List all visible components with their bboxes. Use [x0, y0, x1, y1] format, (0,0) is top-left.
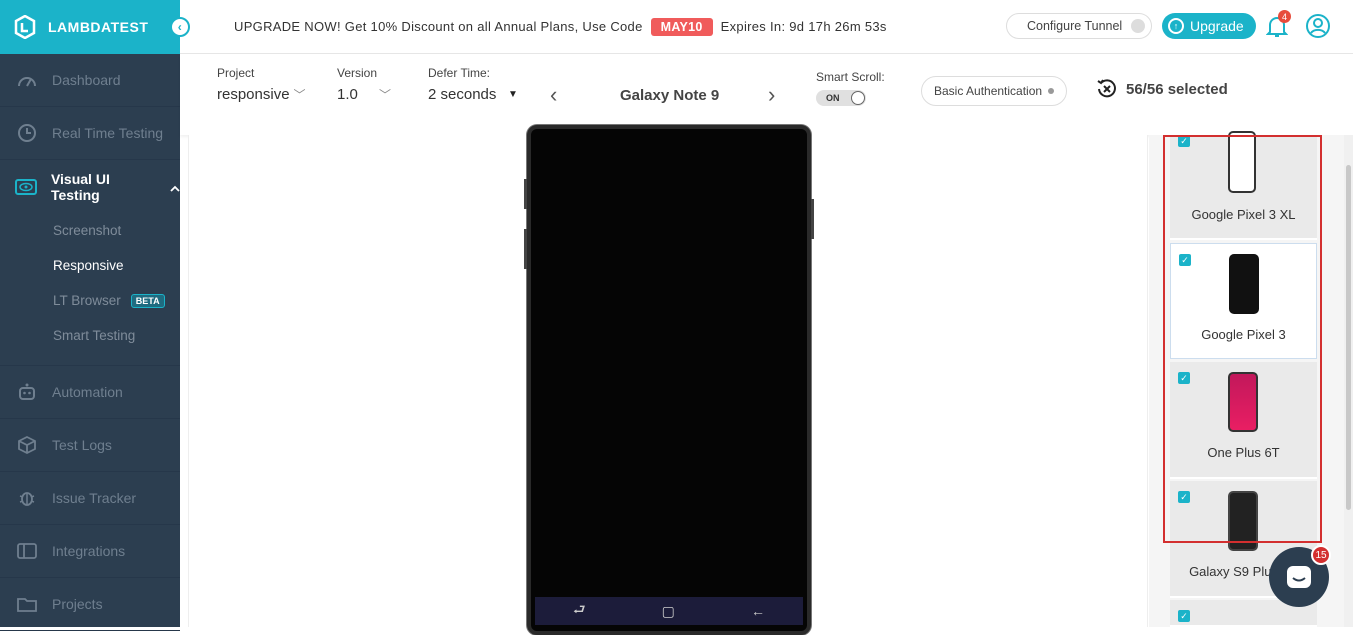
smart-scroll-toggle[interactable]: ON	[816, 90, 866, 106]
visual-ui-submenu: Screenshot Responsive LT Browser BETA Sm…	[0, 213, 180, 366]
sidebar: LAMBDATEST ‹ Dashboard Real Time Testing…	[0, 0, 190, 631]
submenu-item-screenshot[interactable]: Screenshot	[0, 213, 180, 248]
device-checkbox[interactable]: ✓	[1178, 610, 1190, 622]
tunnel-label: Configure Tunnel	[1027, 19, 1123, 33]
defer-time-value: 2 seconds	[428, 86, 497, 103]
sidebar-item-test-logs[interactable]: Test Logs	[0, 419, 180, 472]
phone-side-button	[811, 199, 814, 239]
user-icon	[1306, 14, 1330, 38]
phone-side-button	[524, 179, 527, 209]
notification-count-badge: 4	[1278, 10, 1291, 23]
brand-name: LAMBDATEST	[48, 19, 149, 35]
integrations-icon	[14, 541, 40, 561]
lambdatest-logo-icon	[14, 15, 36, 39]
scrollbar-thumb[interactable]	[1346, 165, 1351, 510]
project-label: Project	[217, 66, 255, 80]
promo-banner: UPGRADE NOW! Get 10% Discount on all Ann…	[234, 17, 887, 36]
sidebar-item-integrations[interactable]: Integrations	[0, 525, 180, 578]
selected-count-label: 56/56 selected	[1126, 80, 1228, 98]
sidebar-item-label: Dashboard	[52, 72, 121, 88]
sidebar-item-visual-ui-testing[interactable]: Visual UI Testing	[0, 160, 180, 213]
basic-authentication-button[interactable]: Basic Authentication	[921, 76, 1068, 106]
caret-down-icon: ▼	[508, 89, 518, 100]
phone-side-button	[524, 229, 527, 269]
home-icon: ▢	[661, 602, 675, 619]
next-device-button[interactable]: ›	[768, 82, 775, 108]
configure-tunnel-button[interactable]: Configure Tunnel	[1006, 13, 1152, 39]
smart-scroll-label: Smart Scroll:	[816, 70, 885, 84]
recents-icon: ⮐	[573, 601, 586, 617]
tunnel-status-icon	[1131, 19, 1145, 33]
back-icon: ←	[750, 603, 765, 619]
sidebar-item-label: Projects	[52, 596, 103, 612]
device-preview-area: ⮐ ▢ ←	[188, 125, 1148, 635]
submenu-item-label: LT Browser	[53, 293, 121, 308]
device-list-highlight	[1163, 135, 1322, 543]
notifications-button[interactable]: 4	[1265, 10, 1291, 43]
project-select[interactable]: Project responsive ﹀	[217, 66, 306, 103]
defer-time-select[interactable]: Defer Time: 2 seconds ▼	[428, 66, 518, 103]
robot-icon	[14, 382, 40, 402]
dashboard-icon	[14, 70, 40, 90]
sidebar-item-real-time-testing[interactable]: Real Time Testing	[0, 107, 180, 160]
chat-support-button[interactable]: 15	[1269, 545, 1331, 607]
submenu-item-responsive[interactable]: Responsive	[0, 248, 180, 283]
promo-text: UPGRADE NOW! Get 10% Discount on all Ann…	[234, 19, 643, 34]
current-device-name: Galaxy Note 9	[620, 87, 720, 104]
clock-icon	[14, 123, 40, 143]
phone-preview: ⮐ ▢ ←	[524, 125, 814, 635]
toggle-state-label: ON	[826, 93, 840, 103]
responsive-toolbar: Project responsive ﹀ Version 1.0 ﹀ Defer T…	[180, 54, 1353, 135]
sidebar-item-label: Real Time Testing	[52, 125, 164, 141]
submenu-item-lt-browser[interactable]: LT Browser BETA	[0, 283, 180, 318]
beta-badge: BETA	[130, 293, 165, 308]
user-profile-button[interactable]	[1305, 13, 1331, 44]
selected-devices-counter[interactable]: 56/56 selected	[1096, 78, 1228, 100]
phone-navigation-bar: ⮐ ▢ ←	[535, 597, 803, 625]
sidebar-item-label: Automation	[52, 384, 123, 400]
version-value: 1.0	[337, 86, 358, 103]
arrow-up-icon: ↑	[1168, 18, 1184, 34]
toggle-knob	[851, 91, 865, 105]
brand-header: LAMBDATEST ‹	[0, 0, 190, 54]
upgrade-button[interactable]: ↑ Upgrade	[1162, 13, 1256, 39]
chevron-down-icon: ﹀	[379, 88, 392, 102]
version-select[interactable]: Version 1.0 ﹀	[337, 66, 391, 103]
promo-code-badge: MAY10	[650, 17, 713, 36]
chevron-down-icon: ﹀	[293, 88, 306, 102]
sidebar-item-label: Issue Tracker	[52, 490, 137, 506]
sidebar-item-label: Integrations	[52, 543, 126, 559]
sidebar-item-label: Test Logs	[52, 437, 112, 453]
previous-device-button[interactable]: ‹	[550, 82, 557, 108]
chat-icon	[1287, 566, 1311, 588]
promo-expiry: Expires In: 9d 17h 26m 53s	[720, 19, 887, 34]
sidebar-item-label: Visual UI Testing	[50, 170, 110, 203]
basic-auth-label: Basic Authentication	[934, 84, 1043, 98]
sidebar-item-projects[interactable]: Projects	[0, 578, 180, 631]
sidebar-item-dashboard[interactable]: Dashboard	[0, 54, 180, 107]
status-dot-icon	[1048, 88, 1055, 94]
sidebar-item-automation[interactable]: Automation	[0, 366, 180, 419]
smart-scroll: Smart Scroll: ON	[816, 70, 885, 106]
folder-icon	[14, 594, 40, 614]
chevron-up-icon	[170, 179, 180, 195]
bug-icon	[14, 488, 40, 508]
top-bar: UPGRADE NOW! Get 10% Discount on all Ann…	[180, 0, 1353, 54]
version-label: Version	[337, 66, 378, 80]
project-value: responsive	[217, 86, 290, 103]
eye-icon	[14, 177, 39, 197]
upgrade-label: Upgrade	[1190, 18, 1244, 34]
box-icon	[14, 435, 40, 455]
submenu-item-smart-testing[interactable]: Smart Testing	[0, 318, 180, 353]
defer-time-label: Defer Time:	[428, 66, 491, 80]
reset-selection-icon	[1097, 79, 1116, 98]
sidebar-item-issue-tracker[interactable]: Issue Tracker	[0, 472, 180, 525]
chat-unread-badge: 15	[1311, 545, 1331, 565]
